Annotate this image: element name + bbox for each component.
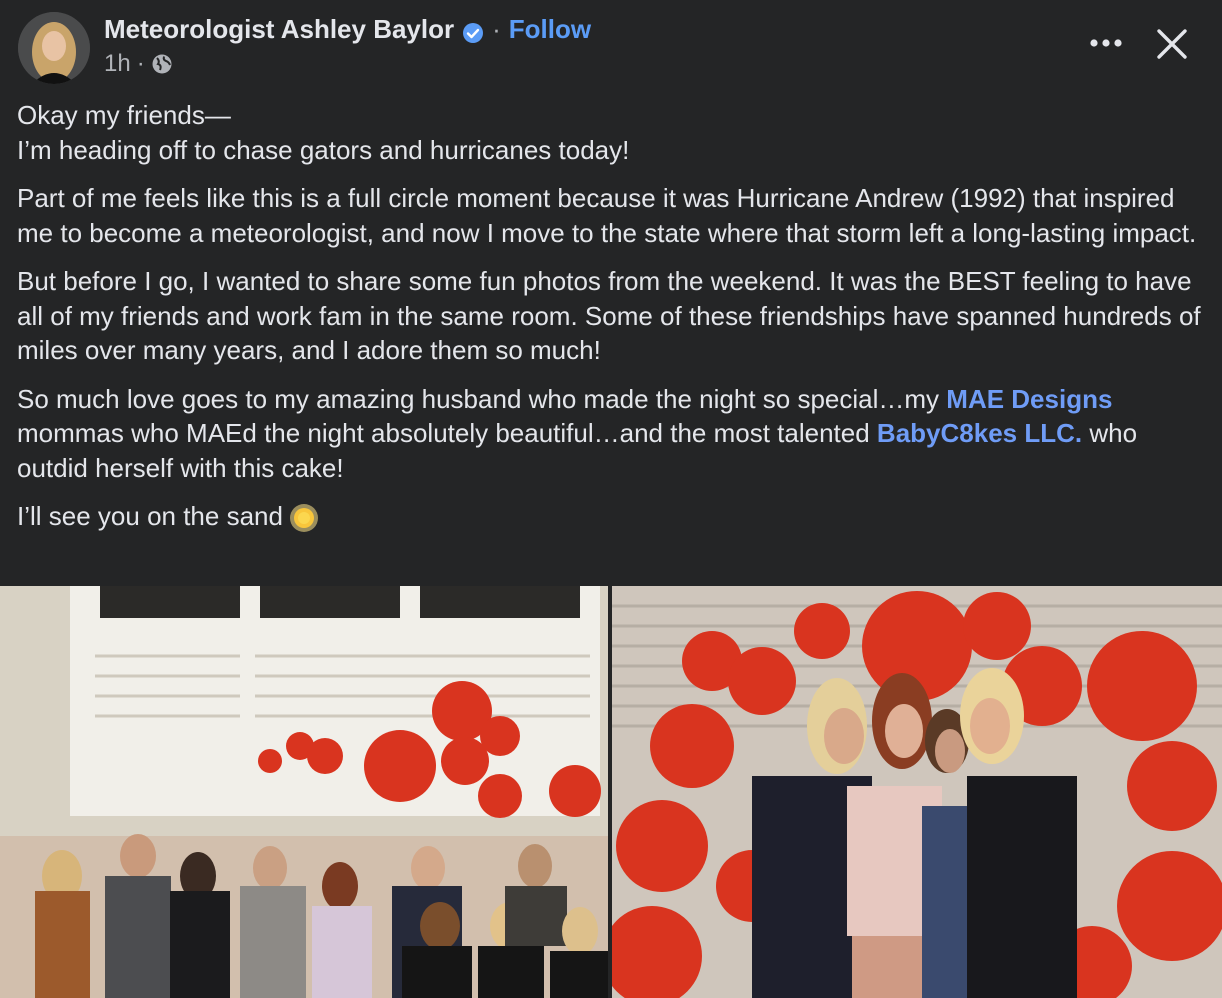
time-separator: ·	[136, 50, 145, 77]
post-line: Okay my friends—	[17, 100, 231, 130]
author-name[interactable]: Meteorologist Ashley Baylor	[104, 12, 454, 46]
separator-dot: ·	[492, 14, 501, 44]
more-options-icon[interactable]	[1088, 28, 1124, 58]
post-header: Meteorologist Ashley Baylor · Follow 1h …	[0, 0, 1222, 95]
post-text-segment: So much love goes to my amazing husband …	[17, 383, 947, 414]
post-time[interactable]: 1h	[104, 50, 131, 78]
post-paragraph-4: So much love goes to my amazing husband …	[17, 382, 1207, 486]
globe-icon[interactable]	[151, 53, 173, 75]
verified-badge-icon	[462, 18, 484, 43]
post-paragraph-3: But before I go, I wanted to share some …	[17, 266, 1201, 365]
post-body: Okay my friends— I’m heading off to chas…	[17, 98, 1207, 548]
close-icon[interactable]	[1150, 22, 1194, 66]
group-photo[interactable]	[0, 586, 608, 998]
post-paragraph-1: Okay my friends— I’m heading off to chas…	[17, 98, 1207, 167]
babyc8kes-link[interactable]: BabyC8kes LLC.	[877, 418, 1082, 448]
post-line: I’ll see you on the sand	[17, 501, 283, 531]
post-text-segment: mommas who MAEd the night absolutely bea…	[17, 418, 877, 448]
mae-designs-link[interactable]: MAE Designs	[946, 384, 1112, 414]
post-paragraph-2: Part of me feels like this is a full cir…	[17, 183, 1197, 248]
friends-hug-photo[interactable]	[612, 586, 1222, 998]
post-line: I’m heading off to chase gators and hurr…	[17, 134, 630, 165]
follow-button[interactable]: Follow	[509, 12, 591, 46]
sun-emoji-icon	[289, 503, 319, 533]
post-paragraph-5: I’ll see you on the sand	[17, 499, 1207, 534]
photo-grid	[0, 586, 1222, 998]
author-avatar[interactable]	[18, 12, 90, 84]
